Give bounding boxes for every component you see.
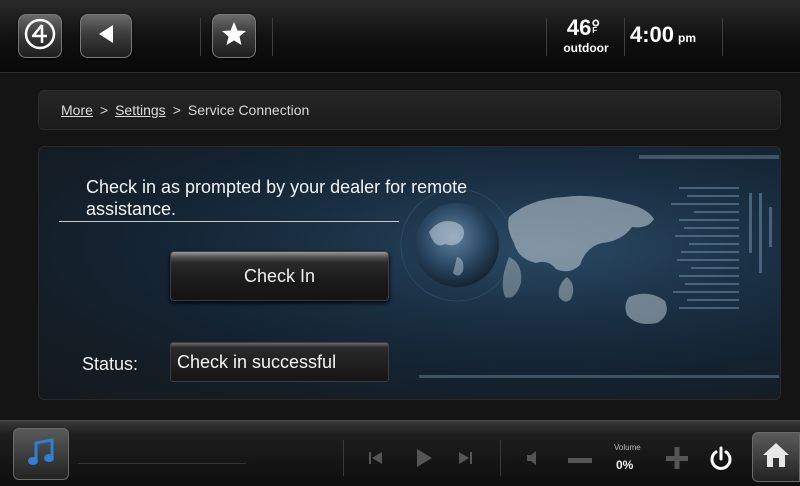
service-connection-panel: Check in as prompted by your dealer for …	[38, 146, 781, 400]
top-bar: 46°F outdoor 4:00 pm	[0, 0, 800, 73]
breadcrumb-current: Service Connection	[187, 102, 310, 118]
time-value: 4:00	[630, 22, 675, 47]
status-label: Status:	[82, 354, 139, 374]
power-button[interactable]	[705, 445, 737, 477]
plus-icon	[666, 446, 688, 474]
skip-previous-icon	[368, 451, 384, 470]
temperature-unit: F	[592, 26, 598, 35]
instruction-text: Check in as prompted by your dealer for …	[86, 177, 468, 219]
breadcrumb-settings[interactable]: Settings	[115, 102, 166, 118]
control4-logo-icon	[23, 17, 57, 56]
favorites-button[interactable]	[212, 14, 256, 58]
divider	[59, 221, 399, 222]
weather-widget[interactable]: 46°F outdoor	[554, 17, 618, 55]
time-ampm: pm	[678, 31, 697, 45]
home-button[interactable]	[752, 432, 800, 482]
play-button[interactable]	[412, 448, 436, 472]
control4-logo-button[interactable]	[18, 14, 62, 58]
divider	[722, 18, 723, 56]
breadcrumb-more[interactable]: More	[61, 102, 93, 118]
volume-label: Volume	[614, 443, 641, 452]
skip-previous-button[interactable]	[366, 450, 386, 470]
divider	[343, 440, 344, 476]
speaker-icon	[525, 450, 541, 471]
back-arrow-icon	[95, 23, 117, 50]
play-icon	[414, 448, 434, 473]
check-in-button[interactable]: Check In	[170, 251, 389, 301]
mute-button[interactable]	[522, 450, 544, 470]
temperature: 46°F	[554, 17, 618, 44]
divider	[272, 18, 273, 56]
divider	[200, 18, 201, 56]
volume-value: 0%	[616, 458, 634, 472]
breadcrumb-separator: >	[99, 102, 109, 118]
skip-next-button[interactable]	[455, 450, 475, 470]
minus-icon	[568, 451, 592, 469]
divider	[624, 18, 625, 56]
power-icon	[708, 446, 734, 477]
divider	[500, 440, 501, 476]
home-icon	[761, 440, 791, 475]
breadcrumb-separator: >	[172, 102, 181, 118]
volume-down-button[interactable]	[566, 450, 594, 470]
skip-next-icon	[457, 451, 473, 470]
music-button[interactable]	[13, 428, 69, 480]
back-button[interactable]	[80, 14, 132, 58]
breadcrumb: More > Settings > Service Connection	[38, 90, 781, 130]
clock: 4:00 pm	[630, 22, 696, 48]
divider	[546, 18, 547, 56]
weather-label: outdoor	[563, 41, 609, 55]
now-playing-progress	[78, 463, 246, 464]
volume-up-button[interactable]	[664, 446, 690, 474]
music-note-icon	[24, 435, 58, 474]
star-icon	[221, 21, 247, 52]
status-value: Check in successful	[170, 342, 389, 382]
